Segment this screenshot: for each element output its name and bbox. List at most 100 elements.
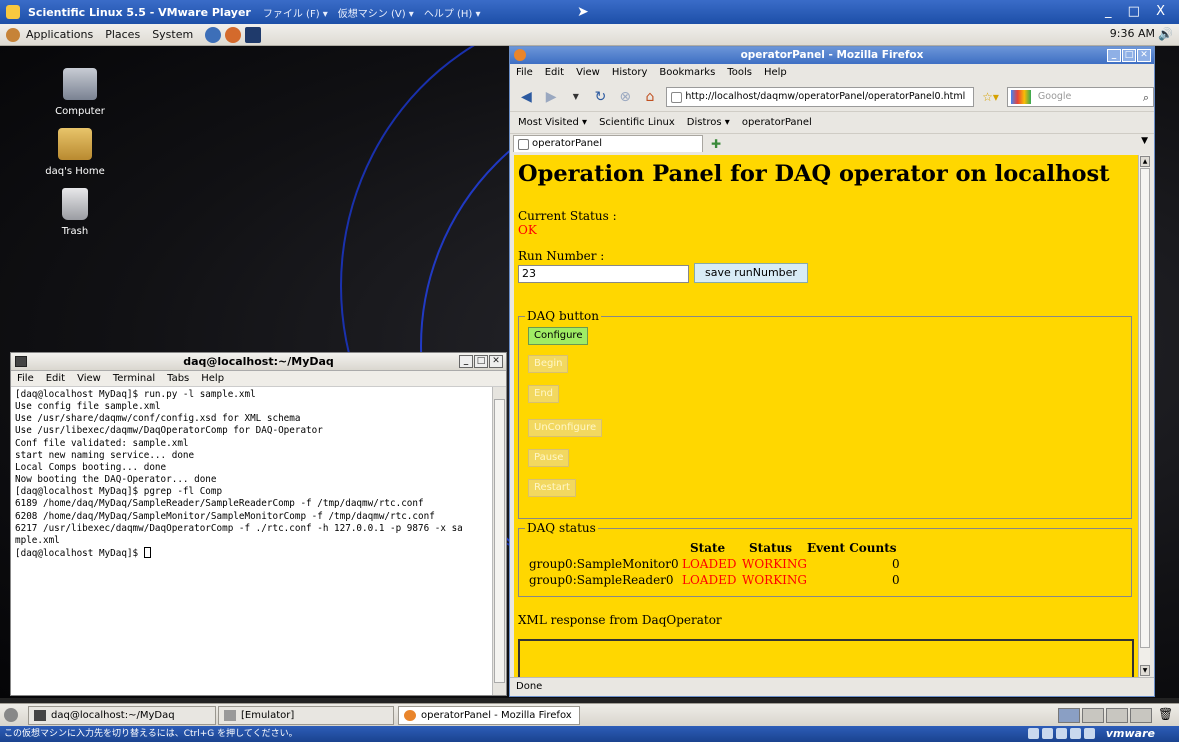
desktop-icon-computer[interactable]: Computer (35, 68, 125, 117)
network-icon[interactable] (1070, 728, 1081, 739)
bookmark-star-icon[interactable]: ☆▾ (982, 90, 999, 104)
maximize-button[interactable]: □ (1122, 49, 1136, 62)
vmware-menu-help[interactable]: ヘルプ (H) ▾ (424, 5, 481, 20)
terminal-icon (34, 710, 46, 721)
vmware-title-bar: Scientific Linux 5.5 - VMware Player ファイ… (0, 0, 1179, 24)
scroll-down-icon[interactable]: ▼ (1140, 665, 1150, 676)
close-button[interactable]: ✕ (1137, 49, 1151, 62)
terminal-menu-edit[interactable]: Edit (46, 371, 65, 386)
workspace-2[interactable] (1082, 708, 1104, 723)
vmware-menu-vm[interactable]: 仮想マシン (V) ▾ (338, 5, 414, 20)
pause-button[interactable]: Pause (528, 449, 570, 467)
terminal-menu-file[interactable]: File (17, 371, 34, 386)
url-input[interactable]: http://localhost/daqmw/operatorPanel/ope… (666, 86, 975, 107)
terminal-prompt-line: [daq@localhost MyDaq]$ (15, 547, 488, 560)
terminal-window[interactable]: daq@localhost:~/MyDaq _ □ ✕ File Edit Vi… (10, 352, 507, 696)
run-number-input[interactable]: 23 (518, 265, 689, 283)
workspace-1[interactable] (1058, 708, 1080, 723)
vmware-menu-file[interactable]: ファイル (F) ▾ (263, 5, 328, 20)
firefox-title-bar[interactable]: operatorPanel - Mozilla Firefox _ □ ✕ (510, 47, 1154, 64)
page-scrollbar[interactable]: ▲ ▼ (1138, 155, 1150, 677)
forward-icon[interactable]: ▶ (543, 88, 560, 106)
menu-system[interactable]: System (152, 28, 193, 41)
ff-menu-bookmarks[interactable]: Bookmarks (659, 64, 715, 82)
trash-applet-icon[interactable]: 🗑 (1158, 707, 1173, 721)
close-button[interactable]: ✕ (489, 355, 503, 368)
firefox-window[interactable]: operatorPanel - Mozilla Firefox _ □ ✕ Fi… (509, 46, 1155, 697)
home-icon[interactable]: ⌂ (642, 88, 659, 106)
cdrom-icon[interactable] (1042, 728, 1053, 739)
terminal-line: Now booting the DAQ-Operator... done (15, 474, 217, 486)
ff-menu-help[interactable]: Help (764, 64, 787, 82)
terminal-menu-terminal[interactable]: Terminal (113, 371, 155, 386)
terminal-line: start new naming service... done (15, 449, 195, 461)
begin-button[interactable]: Begin (528, 355, 569, 373)
bookmark-scientific-linux[interactable]: Scientific Linux (599, 117, 675, 128)
status-header-event-counts: Event Counts (807, 541, 897, 555)
desktop-icon-trash[interactable]: Trash (30, 188, 120, 237)
tab-operatorpanel[interactable]: operatorPanel (513, 135, 703, 152)
scrollbar-thumb[interactable] (494, 399, 505, 683)
configure-button[interactable]: Configure (528, 327, 589, 345)
minimize-button[interactable]: _ (1107, 49, 1121, 62)
menu-places[interactable]: Places (105, 28, 140, 41)
terminal-menu-view[interactable]: View (77, 371, 101, 386)
scrollbar-thumb[interactable] (1140, 168, 1150, 648)
tab-list-icon[interactable]: ▼ (1141, 136, 1148, 146)
show-desktop-icon[interactable] (4, 708, 18, 722)
back-icon[interactable]: ◀ (518, 88, 535, 106)
terminal-menu-tabs[interactable]: Tabs (167, 371, 189, 386)
email-launcher-icon[interactable] (245, 26, 262, 43)
ff-menu-edit[interactable]: Edit (545, 64, 564, 82)
end-button[interactable]: End (528, 385, 560, 403)
maximize-button[interactable]: □ (474, 355, 488, 368)
terminal-line: Use config file sample.xml (15, 401, 161, 413)
search-engine-icon[interactable] (1010, 89, 1031, 104)
unconfigure-button[interactable]: UnConfigure (528, 419, 603, 437)
task-firefox[interactable]: operatorPanel - Mozilla Firefox (398, 706, 580, 725)
ff-menu-view[interactable]: View (576, 64, 600, 82)
workspace-4[interactable] (1130, 708, 1152, 723)
search-input[interactable]: Google ⌕ (1006, 86, 1155, 107)
vmware-window-controls[interactable]: _ □ X (1105, 4, 1171, 19)
workspace-3[interactable] (1106, 708, 1128, 723)
page-heading: Operation Panel for DAQ operator on loca… (518, 161, 1110, 187)
ff-menu-file[interactable]: File (516, 64, 533, 82)
history-dropdown-icon[interactable]: ▼ (567, 88, 584, 106)
task-terminal[interactable]: daq@localhost:~/MyDaq (28, 706, 216, 725)
save-runnumber-button[interactable]: save runNumber (694, 263, 808, 283)
new-tab-icon[interactable]: ✚ (711, 136, 721, 152)
menu-applications[interactable]: Applications (26, 28, 93, 41)
bookmark-most-visited[interactable]: Most Visited ▾ (518, 117, 587, 128)
ff-menu-tools[interactable]: Tools (727, 64, 752, 82)
floppy-icon[interactable] (1056, 728, 1067, 739)
task-label: daq@localhost:~/MyDaq (51, 710, 175, 721)
usb-icon[interactable] (1084, 728, 1095, 739)
stop-icon[interactable]: ⊗ (617, 88, 634, 106)
desktop-icon-label: Computer (55, 106, 105, 117)
minimize-button[interactable]: _ (459, 355, 473, 368)
terminal-output[interactable]: [daq@localhost MyDaq]$ run.py -l sample.… (11, 387, 492, 695)
volume-icon[interactable]: 🔊 (1158, 27, 1173, 41)
terminal-scrollbar[interactable] (492, 387, 506, 695)
search-icon[interactable]: ⌕ (1143, 89, 1149, 107)
reload-icon[interactable]: ↻ (592, 88, 609, 106)
restart-button[interactable]: Restart (528, 479, 576, 497)
terminal-menu-help[interactable]: Help (201, 371, 224, 386)
network-launcher-icon[interactable] (205, 26, 222, 43)
terminal-title-bar[interactable]: daq@localhost:~/MyDaq _ □ ✕ (11, 353, 506, 371)
scroll-up-icon[interactable]: ▲ (1140, 156, 1150, 167)
daq-status-legend: DAQ status (527, 521, 596, 535)
bookmark-distros[interactable]: Distros ▾ (687, 117, 730, 128)
ff-menu-history[interactable]: History (612, 64, 648, 82)
firefox-launcher-icon[interactable] (225, 26, 242, 43)
computer-icon (63, 68, 97, 100)
desktop-icon-home[interactable]: daq's Home (30, 128, 120, 177)
bookmark-operatorpanel[interactable]: operatorPanel (742, 117, 812, 128)
hard-disk-icon[interactable] (1028, 728, 1039, 739)
task-emulator[interactable]: [Emulator] (218, 706, 394, 725)
current-status-label: Current Status : (518, 209, 617, 223)
terminal-icon (15, 356, 27, 367)
xml-response-area[interactable] (518, 639, 1134, 677)
panel-clock[interactable]: 9:36 AM (1110, 27, 1155, 40)
